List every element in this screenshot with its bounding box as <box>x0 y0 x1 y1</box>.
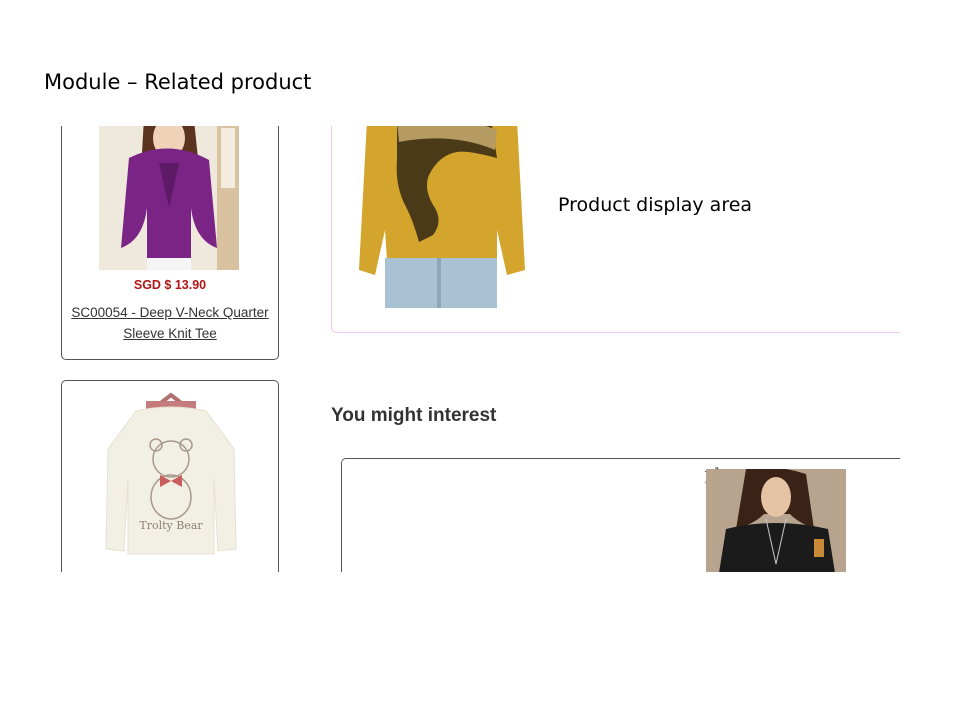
crop-right-mask <box>900 100 960 580</box>
product-display-label: Product display area <box>558 194 753 216</box>
you-might-interest-heading: You might interest <box>331 405 497 426</box>
suggestion-box <box>341 458 942 590</box>
product-name-line2[interactable]: Sleeve Knit Tee <box>62 323 278 344</box>
crop-bottom-mask <box>0 572 960 720</box>
related-product-card[interactable]: SGD $ 13.90 SC00054 - Deep V-Neck Quarte… <box>61 108 279 360</box>
product-image-mustard-top[interactable] <box>357 110 527 308</box>
product-name-line1[interactable]: SC00054 - Deep V-Neck Quarter <box>62 302 278 323</box>
related-product-card[interactable]: Trolty Bear <box>61 380 279 572</box>
product-image-black-offshoulder[interactable] <box>706 469 846 579</box>
product-name-link[interactable]: SC00054 - Deep V-Neck Quarter Sleeve Kni… <box>62 302 278 344</box>
sweater-print-text: Trolty Bear <box>139 519 203 532</box>
product-image-bear-sweater[interactable]: Trolty Bear <box>96 389 246 571</box>
crop-top-mask <box>0 99 960 126</box>
product-price: SGD $ 13.90 <box>133 278 207 292</box>
product-image-purple-knit-tee[interactable] <box>99 108 239 270</box>
slide-title: Module – Related product <box>44 70 312 94</box>
